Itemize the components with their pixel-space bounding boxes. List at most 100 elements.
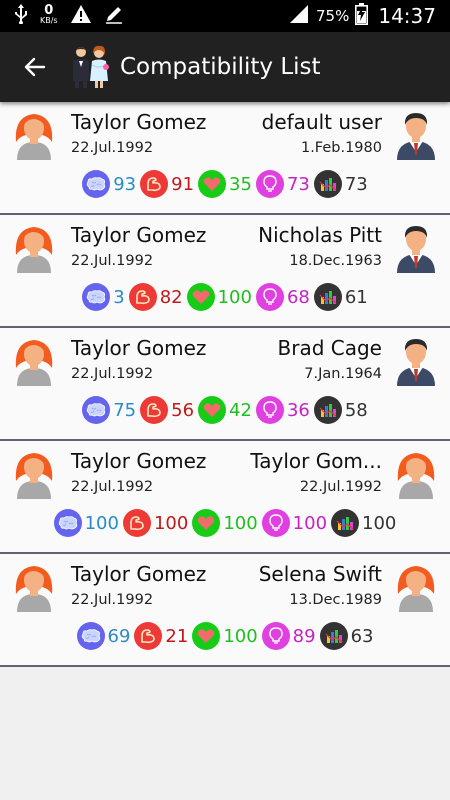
heart-icon: [192, 509, 221, 537]
stat-physical-value: 82: [159, 286, 183, 308]
stat-love: 100: [192, 509, 258, 537]
heart-icon: [186, 283, 215, 311]
left-person-name: Taylor Gomez: [71, 449, 207, 473]
stat-physical: 82: [128, 283, 183, 311]
stat-love-value: 100: [223, 625, 258, 647]
stat-average: 63: [319, 622, 373, 650]
list-item[interactable]: Taylor Gomez 22.Jul.1992 Nicholas Pitt 1…: [0, 215, 450, 328]
status-bar: 0 KB/s 75% 14:37: [0, 0, 450, 32]
stat-mind: 75: [82, 396, 136, 424]
stat-mind: 3: [82, 283, 125, 311]
male-avatar-icon: [397, 113, 435, 160]
left-person-date: 22.Jul.1992: [71, 366, 154, 382]
couple-icon: [73, 45, 109, 88]
lightbulb-icon: [261, 622, 290, 650]
left-person-name: Taylor Gomez: [71, 223, 207, 247]
stat-physical: 91: [140, 170, 194, 198]
left-person-name: Taylor Gomez: [71, 336, 207, 360]
list-item[interactable]: Taylor Gomez 22.Jul.1992 Brad Cage 7.Jan…: [0, 328, 450, 441]
stat-mind-value: 100: [84, 512, 119, 534]
list-item[interactable]: Taylor Gomez 22.Jul.1992 Taylor Gom... 2…: [0, 441, 450, 554]
left-person-name: Taylor Gomez: [71, 562, 207, 586]
stat-mind-value: 3: [113, 286, 125, 308]
warning-icon: [70, 4, 92, 28]
stat-love: 35: [198, 170, 252, 198]
stat-average-value: 58: [344, 399, 368, 421]
stat-love-value: 35: [229, 173, 252, 195]
stat-idea: 36: [255, 396, 310, 424]
left-person-date: 22.Jul.1992: [71, 592, 154, 608]
brain-icon: [82, 283, 111, 311]
stat-mind: 100: [53, 509, 119, 537]
list-item[interactable]: Taylor Gomez 22.Jul.1992 Selena Swift 13…: [0, 554, 450, 667]
stat-love-value: 42: [229, 399, 252, 421]
stat-physical-value: 91: [171, 173, 195, 195]
stat-average: 61: [313, 283, 368, 311]
stat-idea-value: 89: [292, 625, 316, 647]
left-person-date: 22.Jul.1992: [71, 253, 154, 269]
left-person-date: 22.Jul.1992: [71, 479, 154, 495]
arrow-back-icon: [24, 57, 46, 77]
female-avatar-icon: [15, 453, 53, 499]
arm-muscle-icon: [134, 622, 163, 650]
stat-average-value: 61: [344, 286, 368, 308]
right-person-date: 22.Jul.1992: [299, 479, 382, 495]
stat-idea-value: 68: [286, 286, 310, 308]
right-person-name: Selena Swift: [258, 562, 382, 586]
male-avatar-icon: [397, 339, 435, 386]
stat-average-value: 100: [362, 512, 397, 534]
stat-physical: 56: [140, 396, 194, 424]
back-button[interactable]: [0, 32, 70, 102]
stat-idea: 100: [261, 509, 327, 537]
stat-love: 100: [192, 622, 258, 650]
bar-chart-icon: [319, 622, 348, 650]
battery-percent: 75%: [316, 7, 350, 25]
heart-icon: [198, 396, 227, 424]
heart-icon: [192, 622, 221, 650]
list-item[interactable]: Taylor Gomez 22.Jul.1992 default user 1.…: [0, 102, 450, 215]
arm-muscle-icon: [122, 509, 151, 537]
stat-physical: 21: [134, 622, 188, 650]
stat-mind: 69: [76, 622, 131, 650]
right-person-name: Taylor Gom...: [250, 449, 382, 473]
bar-chart-icon: [313, 283, 342, 311]
compatibility-stats: 93 91 35 73 73: [0, 170, 450, 198]
clock: 14:37: [378, 4, 436, 28]
female-avatar-icon: [397, 453, 435, 499]
brain-icon: [53, 509, 82, 537]
lightbulb-icon: [261, 509, 290, 537]
page-title: Compatibility List: [120, 54, 321, 80]
stat-idea-value: 36: [286, 399, 310, 421]
bar-chart-icon: [313, 170, 342, 198]
male-avatar-icon: [397, 226, 435, 273]
app-bar: Compatibility List: [0, 32, 450, 102]
right-person-date: 13.Dec.1989: [289, 592, 382, 608]
lightbulb-icon: [255, 170, 284, 198]
right-person-date: 7.Jan.1964: [304, 366, 382, 382]
arm-muscle-icon: [140, 396, 169, 424]
stat-mind: 93: [82, 170, 136, 198]
stat-idea: 68: [255, 283, 310, 311]
lightbulb-icon: [255, 396, 284, 424]
female-avatar-icon: [15, 566, 53, 612]
female-avatar-icon: [15, 114, 53, 160]
stat-idea-value: 73: [286, 173, 310, 195]
right-person-date: 1.Feb.1980: [300, 140, 382, 156]
stat-physical-value: 100: [153, 512, 189, 534]
stat-mind-value: 69: [107, 625, 131, 647]
stat-physical: 100: [122, 509, 189, 537]
brain-icon: [82, 396, 111, 424]
stat-average-value: 73: [344, 173, 368, 195]
usb-icon: [14, 4, 28, 28]
arm-muscle-icon: [128, 283, 157, 311]
right-person-name: default user: [261, 110, 382, 134]
battery-charging-icon: [355, 3, 369, 29]
stat-physical-value: 21: [165, 625, 189, 647]
stat-mind-value: 93: [113, 173, 137, 195]
stat-love-value: 100: [223, 512, 258, 534]
signal-icon: [288, 4, 310, 28]
stat-love-value: 100: [217, 286, 252, 308]
bar-chart-icon: [313, 396, 342, 424]
brain-icon: [82, 170, 111, 198]
arm-muscle-icon: [140, 170, 169, 198]
